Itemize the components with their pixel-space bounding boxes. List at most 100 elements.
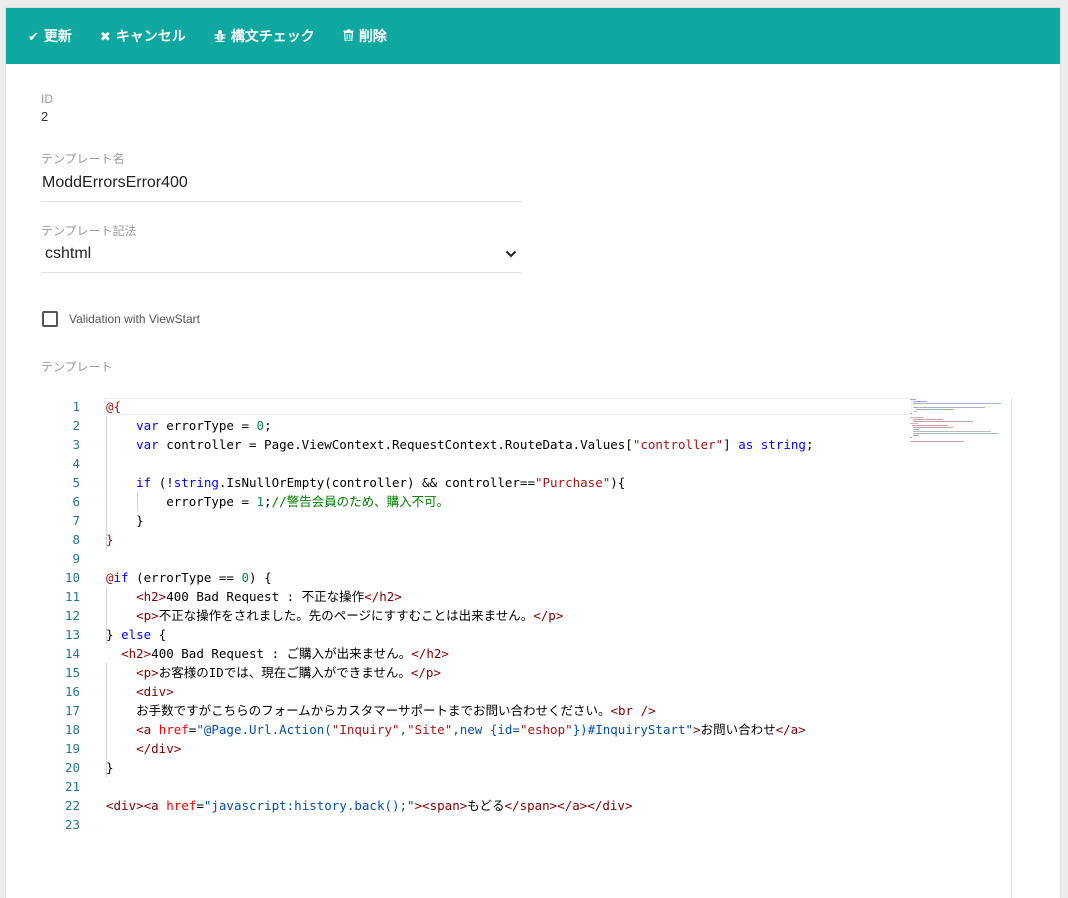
code-token: string <box>173 475 219 490</box>
chevron-down-icon <box>505 245 517 263</box>
code-token: { <box>151 627 167 642</box>
code-token: ] <box>723 437 739 452</box>
line-number: 4 <box>72 456 80 471</box>
code-token: })#InquiryStart" <box>572 722 694 737</box>
line-number: 6 <box>72 494 80 509</box>
code-token: .IsNullOrEmpty(controller) && controller… <box>218 475 535 490</box>
line-number: 16 <box>64 684 80 699</box>
line-number: 19 <box>64 741 80 756</box>
code-token: var <box>136 418 159 433</box>
code-token: </div> <box>136 741 182 756</box>
line-number: 15 <box>64 665 80 680</box>
code-line: <div> <box>106 682 174 701</box>
code-token: 400 Bad Request : 不正な操作 <box>166 589 365 604</box>
line-number: 14 <box>64 646 80 661</box>
code-token: > <box>693 722 701 737</box>
update-label: 更新 <box>43 28 72 44</box>
validation-label: Validation with ViewStart <box>69 312 200 326</box>
code-token: (! <box>151 475 174 490</box>
line-number: 5 <box>72 475 80 490</box>
validation-checkbox[interactable] <box>42 311 58 327</box>
bug-icon <box>214 29 226 44</box>
code-token: ><span> <box>414 798 468 813</box>
code-line: } <box>106 530 114 549</box>
code-line: if (!string.IsNullOrEmpty(controller) &&… <box>106 473 625 492</box>
template-name-label: テンプレート名 <box>41 152 125 166</box>
code-token: } <box>106 532 114 547</box>
code-editor[interactable]: 1 2 3 4 5 6 7 8 9 10 11 12 13 14 15 16 17 18 19 20 21 22 23 @{… <box>50 397 1025 898</box>
code-token: お手数ですがこちらのフォームからカスタマーサポートまでお問い合わせください。 <box>106 703 611 718</box>
code-token: "eshop" <box>519 722 573 737</box>
code-line: errorType = 1;//警告会員のため、購入不可。 <box>106 492 449 511</box>
code-token: controller = Page.ViewContext.RequestCon… <box>158 437 633 452</box>
code-line: お手数ですがこちらのフォームからカスタマーサポートまでお問い合わせください。<b… <box>106 701 656 720</box>
cancel-label: キャンセル <box>115 28 186 44</box>
code-token: errorType = <box>106 494 257 509</box>
line-number: 13 <box>64 627 80 642</box>
template-syntax-select[interactable]: cshtml <box>41 239 521 273</box>
code-token: else <box>121 627 152 642</box>
code-token: "Site" <box>407 722 453 737</box>
code-token: } <box>106 760 114 775</box>
minimap[interactable] <box>910 397 1010 457</box>
id-value: 2 <box>41 109 49 124</box>
code-token: href <box>166 798 197 813</box>
code-line: <h2>400 Bad Request : ご購入が出来ません。</h2> <box>106 644 449 663</box>
code-token: errorType = <box>158 418 257 433</box>
template-syntax-label: テンプレート記法 <box>41 224 137 238</box>
cancel-button[interactable]: ✖ キャンセル <box>100 26 186 46</box>
line-number: 12 <box>64 608 80 623</box>
code-token: "Purchase" <box>534 475 611 490</box>
delete-button[interactable]: 削除 <box>343 26 387 46</box>
line-number: 1 <box>72 399 80 414</box>
validation-checkbox-row[interactable]: Validation with ViewStart <box>42 311 200 327</box>
template-name-input[interactable]: ModdErrorsError400 <box>41 167 522 202</box>
code-token: </p> <box>410 665 441 680</box>
code-token: ){ <box>610 475 626 490</box>
id-label: ID <box>41 92 53 106</box>
code-line: var controller = Page.ViewContext.Reques… <box>106 435 813 454</box>
code-token: <p> <box>136 608 159 623</box>
code-token: ; <box>805 437 814 452</box>
code-token: 1 <box>256 494 265 509</box>
code-line: var errorType = 0; <box>106 416 271 435</box>
code-line: </div> <box>106 739 181 758</box>
code-token: href <box>158 722 189 737</box>
code-token: </h2> <box>364 589 402 604</box>
code-token: string <box>760 437 806 452</box>
vertical-scrollbar[interactable] <box>1011 397 1012 898</box>
syntax-check-label: 構文チェック <box>230 28 315 44</box>
line-number: 3 <box>72 437 80 452</box>
code-token: 0 <box>256 418 265 433</box>
syntax-check-button[interactable]: 構文チェック <box>214 26 315 46</box>
code-token: </a> <box>775 722 806 737</box>
line-number: 8 <box>72 532 80 547</box>
template-syntax-value: cshtml <box>45 245 92 262</box>
code-token: } <box>106 513 144 528</box>
code-token: <div><a <box>106 798 167 813</box>
line-number: 10 <box>64 570 80 585</box>
code-token: <br /> <box>610 703 656 718</box>
code-token: お客様のIDでは、現在ご購入ができません。 <box>158 665 411 680</box>
code-token: 400 Bad Request : ご購入が出来ません。 <box>151 646 412 661</box>
close-icon: ✖ <box>99 28 111 44</box>
code-token: <h2> <box>136 589 167 604</box>
code-area[interactable]: @{ var errorType = 0; var controller = P… <box>106 397 1006 898</box>
code-token: ,new {id= <box>452 722 520 737</box>
code-token: , <box>399 722 408 737</box>
code-token: <h2> <box>121 646 152 661</box>
code-line: <h2>400 Bad Request : 不正な操作</h2> <box>106 587 402 606</box>
update-button[interactable]: ✔ 更新 <box>28 26 72 46</box>
code-line: <p>不正な操作をされました。先のページにすすむことは出来ません。</p> <box>106 606 563 625</box>
template-name-field: テンプレート名 ModdErrorsError400 <box>41 150 522 202</box>
code-line: } else { <box>106 625 166 644</box>
code-token: //警告会員のため、購入不可。 <box>271 494 450 509</box>
code-token: ; <box>264 494 272 509</box>
